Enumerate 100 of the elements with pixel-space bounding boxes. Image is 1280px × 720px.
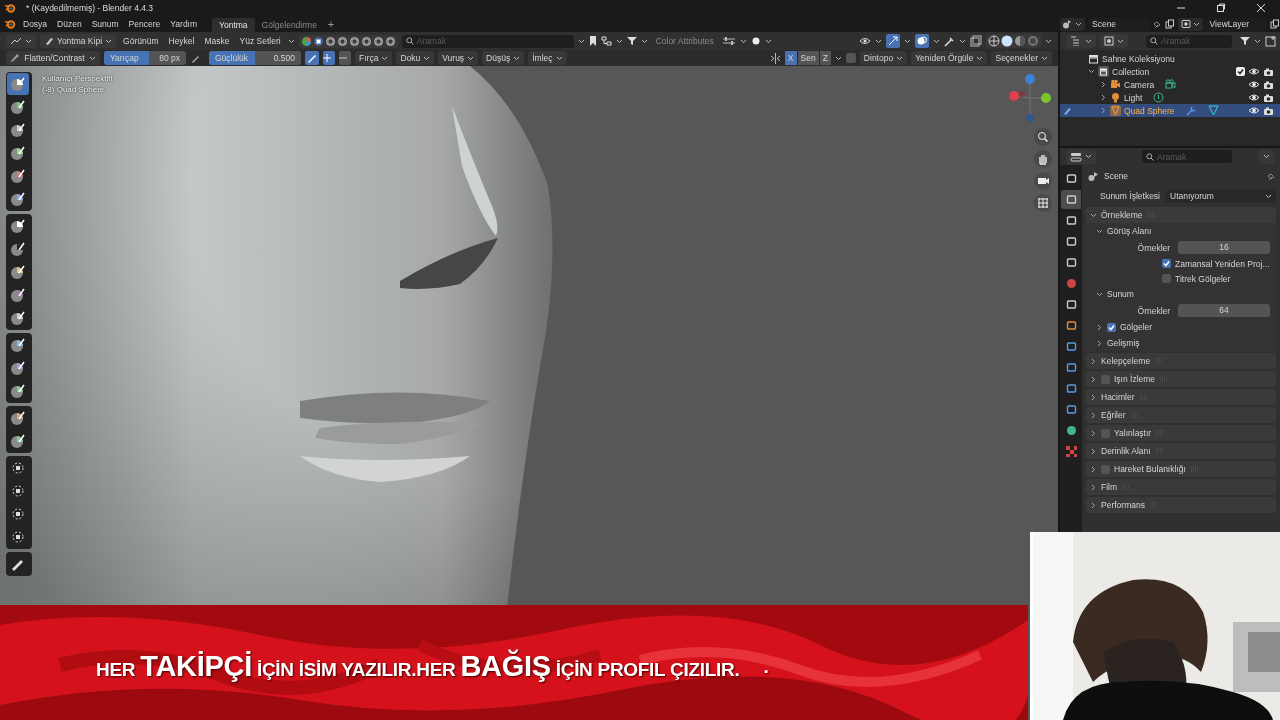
panel-title[interactable]: Yalınlaştır: [1114, 428, 1152, 438]
panel-title[interactable]: Örnekleme: [1101, 210, 1143, 220]
maximize-icon[interactable]: [1216, 3, 1226, 13]
menu-item[interactable]: Görünüm: [120, 34, 162, 48]
strength-slider[interactable]: Güçlülük 0.500: [209, 51, 301, 65]
panel-title[interactable]: Görüş Alanı: [1107, 226, 1152, 236]
new-collection-icon[interactable]: [1265, 35, 1277, 47]
panel-title[interactable]: Performans: [1101, 500, 1145, 510]
panel-title[interactable]: Eğriler: [1101, 410, 1126, 420]
visibility-icon[interactable]: [859, 36, 871, 46]
editor-type-dropdown[interactable]: [6, 34, 36, 48]
menu-dropdown[interactable]: Vuruş: [438, 51, 479, 65]
checkbox[interactable]: [845, 53, 856, 63]
checkbox[interactable]: [1162, 274, 1171, 283]
sculpt-option-icon[interactable]: [384, 35, 396, 47]
camera-render-icon[interactable]: [1263, 92, 1274, 103]
menu-item[interactable]: Yardım: [165, 17, 203, 31]
panel-title[interactable]: Derinlik Alanı: [1101, 446, 1151, 456]
checkbox[interactable]: [1101, 464, 1110, 474]
pin-icon[interactable]: [1267, 171, 1276, 181]
panel-title[interactable]: Sunum: [1107, 289, 1134, 299]
menu-dropdown[interactable]: Yeniden Örgüle: [911, 51, 988, 65]
camera-render-icon[interactable]: [1263, 66, 1274, 77]
filter-icon[interactable]: [1240, 36, 1250, 46]
close-icon[interactable]: [1256, 3, 1266, 13]
workspace-tab[interactable]: Yontma: [212, 18, 255, 32]
sculpt-option-icon[interactable]: [324, 35, 336, 47]
overlays-icon[interactable]: [915, 34, 929, 48]
panel-title[interactable]: Kelepçeleme: [1101, 356, 1151, 366]
sliders-icon[interactable]: [721, 36, 736, 46]
tool-button[interactable]: [7, 73, 29, 95]
copy-icon[interactable]: [1164, 19, 1175, 29]
mode-dropdown[interactable]: Yontma Kipi: [40, 34, 117, 48]
xray-icon[interactable]: [970, 35, 982, 47]
menu-item[interactable]: Dosya: [18, 17, 53, 31]
hierarchy-icon[interactable]: [600, 36, 612, 46]
rendered-shading-icon[interactable]: [1027, 35, 1039, 47]
sculpt-option-icon[interactable]: [360, 35, 372, 47]
menu-dropdown[interactable]: İmleç: [528, 51, 567, 65]
eyedropper-icon[interactable]: [944, 35, 955, 47]
camera-button[interactable]: [1034, 172, 1052, 190]
hand-button[interactable]: [1034, 150, 1052, 168]
menu-item[interactable]: Heykel: [165, 34, 198, 48]
menu-dropdown[interactable]: Seçenekler: [991, 51, 1052, 65]
grid-button[interactable]: [1034, 194, 1052, 212]
zoom-button[interactable]: [1034, 128, 1052, 146]
panel-title[interactable]: Işın İzleme: [1114, 374, 1156, 384]
eye-icon[interactable]: [1248, 80, 1260, 89]
menu-dropdown[interactable]: Doku: [396, 51, 435, 65]
tree-row[interactable]: Sahne Koleksiyonu: [1060, 52, 1280, 65]
axis-toggle[interactable]: Sen: [797, 51, 819, 65]
eye-icon[interactable]: [1248, 106, 1260, 115]
panel-title[interactable]: Gölgeler: [1120, 322, 1153, 332]
options-dropdown[interactable]: [1259, 149, 1274, 164]
menu-item[interactable]: Pencere: [123, 17, 166, 31]
display-mode-dropdown[interactable]: [1066, 34, 1096, 48]
number-field[interactable]: 16: [1178, 241, 1270, 254]
scene-selector[interactable]: Scene: [1088, 17, 1150, 31]
menu-dropdown[interactable]: Düşüş: [482, 51, 525, 65]
tree-row[interactable]: Camera: [1060, 78, 1280, 91]
tree-row[interactable]: Light: [1060, 91, 1280, 104]
panel-title[interactable]: Hacimler: [1101, 392, 1135, 402]
navigation-gizmo[interactable]: [1008, 72, 1052, 124]
axis-toggle[interactable]: Z: [819, 51, 831, 65]
solid-shading-icon[interactable]: [1001, 35, 1013, 47]
color-wheel-icon[interactable]: [300, 35, 312, 47]
brush-icon[interactable]: [1063, 106, 1072, 115]
filter-mode-dropdown[interactable]: [1100, 34, 1128, 48]
wire-shading-icon[interactable]: [988, 35, 1000, 47]
menu-item[interactable]: Maske: [201, 34, 233, 48]
checkbox[interactable]: [1107, 322, 1116, 332]
record-icon[interactable]: [750, 36, 761, 46]
copy-icon[interactable]: [1270, 19, 1280, 29]
camera-render-icon[interactable]: [1263, 105, 1274, 116]
sculpt-option-icon[interactable]: [312, 35, 324, 47]
sculpt-option-icon[interactable]: [348, 35, 360, 47]
editor-type-dropdown[interactable]: [1066, 149, 1096, 164]
camera-render-icon[interactable]: [1263, 79, 1274, 90]
radius-slider[interactable]: Yarıçap 80 px: [104, 51, 186, 65]
bookmark-icon[interactable]: [588, 36, 597, 46]
add-workspace-button[interactable]: +: [323, 18, 339, 30]
pen-pressure-icon[interactable]: [305, 51, 319, 65]
panel-title[interactable]: Gelişmiş: [1107, 338, 1140, 348]
tree-row[interactable]: Quad Sphere: [1060, 104, 1280, 117]
eye-icon[interactable]: [1248, 67, 1260, 76]
eye-icon[interactable]: [1248, 93, 1260, 102]
checkbox[interactable]: [1101, 374, 1110, 384]
menu-item[interactable]: Sunum: [86, 17, 124, 31]
checkbox[interactable]: [1101, 428, 1110, 438]
menu-item[interactable]: Yüz Setleri: [236, 34, 284, 48]
panel-title[interactable]: Film: [1101, 482, 1118, 492]
gizmo-icon[interactable]: [886, 34, 900, 48]
menu-dropdown[interactable]: Fırça: [355, 51, 393, 65]
workspace-tab[interactable]: Gölgelendirme: [254, 18, 324, 32]
sculpt-option-icon[interactable]: [372, 35, 384, 47]
subtract-button[interactable]: [339, 51, 351, 65]
material-shading-icon[interactable]: [1014, 35, 1026, 47]
number-field[interactable]: 64: [1178, 304, 1270, 317]
filter-icon[interactable]: [626, 36, 637, 46]
axis-toggle[interactable]: X: [784, 51, 797, 65]
